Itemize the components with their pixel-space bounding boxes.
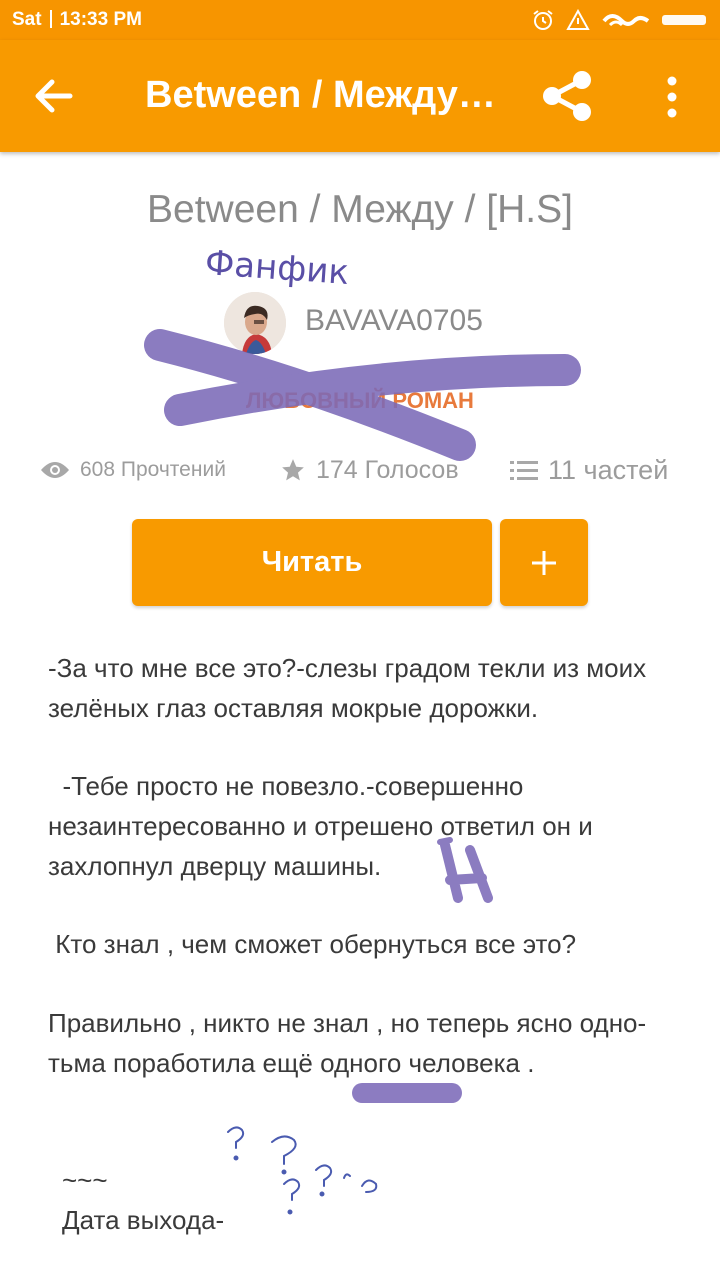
- description-tilde-line: ~~~: [62, 1165, 108, 1195]
- description-paragraph-1: -За что мне все это?-слезы градом текли …: [48, 653, 647, 723]
- star-icon: [282, 459, 304, 481]
- description-paragraph-4: Правильно , никто не знал , но теперь яс…: [48, 1008, 647, 1078]
- more-vert-icon[interactable]: [654, 74, 690, 120]
- author-avatar[interactable]: [224, 292, 286, 354]
- description-release-date: Дата выхода-: [62, 1205, 225, 1235]
- share-icon[interactable]: [538, 68, 598, 124]
- eye-icon: [41, 462, 69, 478]
- stat-votes: 174 Голосов: [280, 452, 459, 488]
- reads-count: 608 Прочтений: [80, 458, 226, 481]
- signal-icon: [566, 9, 590, 30]
- read-button[interactable]: Читать: [132, 519, 492, 606]
- stat-reads: 608 Прочтений: [40, 452, 226, 488]
- status-icons: [532, 6, 706, 34]
- story-title: Between / Между / [H.S]: [147, 188, 573, 231]
- back-arrow-icon[interactable]: [30, 74, 80, 118]
- status-bar: Sat 13:33 PM: [0, 0, 720, 40]
- add-to-library-button[interactable]: [500, 519, 588, 606]
- plus-icon: [532, 550, 556, 575]
- parts-count: 11 частей: [548, 454, 669, 485]
- status-time: 13:33 PM: [59, 9, 142, 30]
- app-bar-title: Between / Между / [H.S]: [145, 74, 505, 116]
- list-icon: [510, 461, 538, 480]
- votes-count: 174 Голосов: [316, 455, 459, 484]
- status-separator: [49, 10, 52, 28]
- question-mark-1: [227, 1126, 245, 1149]
- handwritten-label: Фанфик: [203, 243, 351, 293]
- battery-icon: [662, 15, 706, 25]
- author-name[interactable]: BAVAVA0705: [305, 304, 483, 338]
- description-paragraph-5: ~~~ Дата выхода-: [62, 1160, 702, 1240]
- app-bar: Between / Между / [H.S]: [0, 40, 720, 152]
- status-day: Sat: [12, 9, 42, 30]
- description-paragraph-2: -Тебе просто не повезло.-совершенно неза…: [48, 771, 601, 881]
- alarm-icon: [533, 10, 553, 30]
- description-paragraph-3: Кто знал , чем сможет обернуться все это…: [48, 929, 577, 959]
- avatar-portrait-icon: [224, 292, 286, 354]
- wifi-icon: [602, 14, 650, 27]
- status-time-group: Sat 13:33 PM: [12, 9, 142, 31]
- genre-label[interactable]: ЛЮБОВНЫЙ РОМАН: [0, 388, 720, 414]
- stat-parts: 11 частей: [510, 452, 668, 488]
